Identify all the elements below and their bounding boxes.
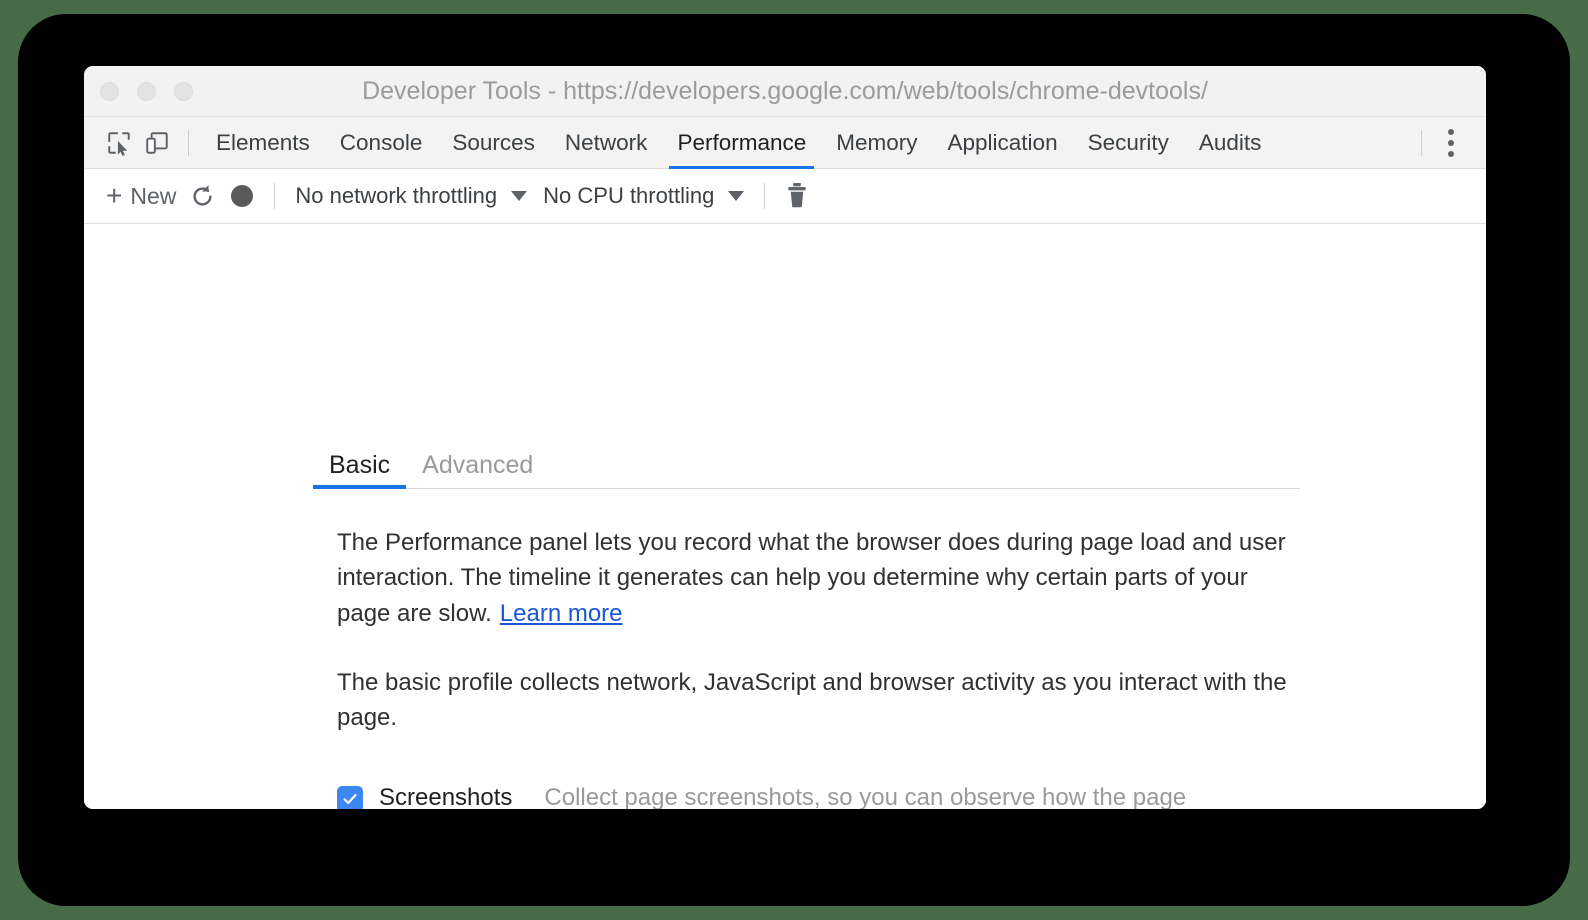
cpu-throttling-select[interactable]: No CPU throttling [535, 183, 752, 209]
window-title: Developer Tools - https://developers.goo… [362, 77, 1208, 105]
tab-application[interactable]: Application [933, 117, 1073, 169]
tabstrip-divider-right [1421, 129, 1422, 156]
tab-network[interactable]: Network [550, 117, 663, 169]
tab-performance[interactable]: Performance [662, 117, 821, 169]
new-recording-button[interactable]: + New [100, 182, 182, 210]
trash-icon[interactable] [777, 176, 817, 216]
more-options-icon[interactable] [1434, 123, 1468, 163]
performance-toolbar: + New No network throttling No CPU throt… [84, 169, 1486, 224]
chevron-down-icon [728, 191, 745, 201]
toolbar-divider-1 [274, 183, 276, 209]
tab-sources[interactable]: Sources [437, 117, 550, 169]
tabstrip-divider-left [188, 129, 189, 156]
network-throttling-select[interactable]: No network throttling [287, 183, 535, 209]
screenshots-description: Collect page screenshots, so you can obs… [544, 784, 1187, 809]
record-icon[interactable] [222, 176, 262, 216]
network-throttling-value: No network throttling [295, 183, 498, 208]
tab-audits[interactable]: Audits [1184, 117, 1277, 169]
intro-paragraph-text: The Performance panel lets you record wh… [337, 529, 1286, 627]
inspect-element-icon[interactable] [100, 124, 138, 162]
reload-icon[interactable] [182, 176, 222, 216]
screenshots-option-row: Screenshots Collect page screenshots, so… [337, 780, 1300, 809]
new-recording-label: New [130, 182, 177, 209]
device-toolbar-icon[interactable] [138, 124, 176, 162]
cpu-throttling-value: No CPU throttling [543, 183, 715, 208]
tab-memory[interactable]: Memory [821, 117, 932, 169]
landing-subtabs: Basic Advanced [313, 442, 1300, 489]
tab-security[interactable]: Security [1073, 117, 1184, 169]
check-icon [343, 794, 357, 805]
window-titlebar: Developer Tools - https://developers.goo… [84, 66, 1486, 117]
tab-elements[interactable]: Elements [201, 117, 325, 169]
performance-panel-body: Basic Advanced The Performance panel let… [84, 224, 1486, 809]
performance-landing-content: Basic Advanced The Performance panel let… [313, 442, 1300, 809]
devtools-window: Developer Tools - https://developers.goo… [84, 66, 1486, 809]
toolbar-divider-2 [764, 183, 766, 209]
devtools-tabstrip: Elements Console Sources Network Perform… [84, 117, 1486, 169]
basic-profile-paragraph: The basic profile collects network, Java… [337, 668, 1287, 732]
subtab-basic[interactable]: Basic [313, 453, 407, 489]
chevron-down-icon [511, 191, 528, 201]
plus-icon: + [106, 180, 123, 211]
learn-more-link[interactable]: Learn more [500, 600, 623, 627]
subtab-advanced[interactable]: Advanced [406, 453, 549, 488]
tab-console[interactable]: Console [325, 117, 438, 169]
screenshots-checkbox[interactable] [337, 786, 363, 809]
intro-paragraph: The Performance panel lets you record wh… [337, 525, 1292, 631]
screenshots-label[interactable]: Screenshots [379, 780, 512, 809]
